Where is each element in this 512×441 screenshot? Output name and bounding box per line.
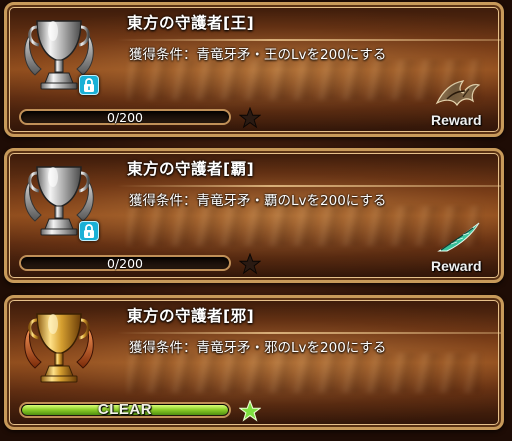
- lock-icon: [79, 75, 99, 95]
- achievement-card[interactable]: 東方の守護者[王] 獲得条件：青竜牙矛・王のLvを200にする 0/200 Re…: [4, 2, 504, 137]
- achievement-condition: 獲得条件：青竜牙矛・覇のLvを200にする: [129, 193, 387, 209]
- achievement-card[interactable]: 東方の守護者[覇] 獲得条件：青竜牙矛・覇のLvを200にする 0/200 Re…: [4, 148, 504, 283]
- star-icon: [239, 107, 261, 129]
- achievement-title: 東方の守護者[覇]: [127, 160, 255, 178]
- progress-bar: 0/200: [19, 255, 231, 271]
- lock-icon: [79, 221, 99, 241]
- clear-label: CLEAR: [97, 401, 153, 418]
- star-icon: [239, 400, 261, 422]
- progress-bar: 0/200: [19, 109, 231, 125]
- feather-blade-icon[interactable]: [433, 219, 483, 255]
- achievement-condition: 獲得条件：青竜牙矛・王のLvを200にする: [129, 47, 387, 63]
- star-icon: [239, 253, 261, 275]
- achievement-list: 東方の守護者[王] 獲得条件：青竜牙矛・王のLvを200にする 0/200 Re…: [0, 0, 512, 441]
- dragon-wing-icon[interactable]: [433, 73, 483, 109]
- progress-text: 0/200: [106, 110, 144, 125]
- reward-button[interactable]: Reward: [431, 112, 482, 128]
- gold-trophy-icon: [24, 313, 94, 383]
- progress-bar: CLEAR: [19, 401, 231, 418]
- progress-text: 0/200: [106, 256, 144, 271]
- achievement-condition: 獲得条件：青竜牙矛・邪のLvを200にする: [129, 340, 387, 356]
- achievement-title: 東方の守護者[王]: [127, 14, 255, 32]
- achievement-title: 東方の守護者[邪]: [127, 307, 255, 325]
- achievement-card[interactable]: 東方の守護者[邪] 獲得条件：青竜牙矛・邪のLvを200にする CLEAR: [4, 295, 504, 430]
- reward-button[interactable]: Reward: [431, 258, 482, 274]
